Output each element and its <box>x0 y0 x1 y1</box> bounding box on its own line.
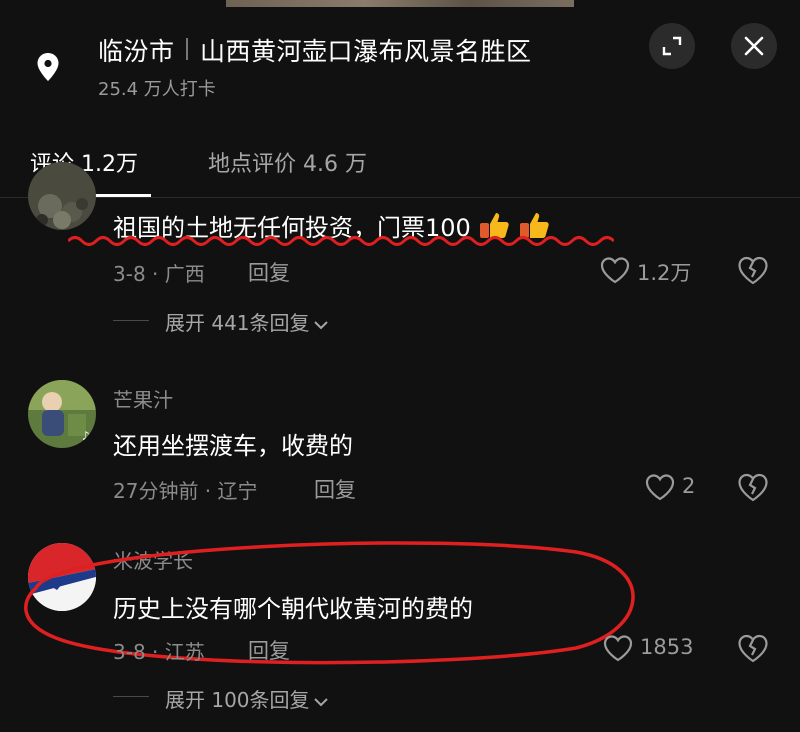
broken-heart-icon[interactable] <box>737 633 769 663</box>
avatar[interactable]: ♪ <box>28 380 96 448</box>
heart-outline-icon[interactable] <box>600 256 630 284</box>
comment-meta: 3-8 · 广西 <box>113 262 205 286</box>
reply-button[interactable]: 回复 <box>248 257 290 287</box>
location-pin-icon <box>37 53 59 81</box>
expand-replies-button[interactable]: 展开 441条回复 <box>165 307 329 336</box>
broken-heart-icon[interactable] <box>737 472 769 502</box>
tab-location-ratings[interactable]: 地点评价 4.6 万 <box>208 146 367 178</box>
chevron-down-icon <box>313 697 328 706</box>
tab-divider <box>0 197 800 198</box>
chevron-down-icon <box>313 320 328 329</box>
heart-outline-icon[interactable] <box>645 473 675 501</box>
expand-divider <box>113 696 149 697</box>
checkin-count: 25.4 万人打卡 <box>98 79 216 100</box>
expand-corners-icon <box>662 36 682 56</box>
reply-button[interactable]: 回复 <box>314 474 356 504</box>
red-circle-annotation <box>24 541 635 665</box>
comment-text: 还用坐摆渡车，收费的 <box>113 432 353 460</box>
avatar[interactable] <box>28 162 96 230</box>
video-thumbnail-strip <box>226 0 574 7</box>
location-name[interactable]: 山西黄河壶口瀑布风景名胜区 <box>200 32 532 68</box>
reply-button[interactable]: 回复 <box>248 635 290 665</box>
comment-meta: 3-8 · 江苏 <box>113 640 205 664</box>
close-icon <box>744 36 764 56</box>
location-separator <box>186 38 188 60</box>
comment-username[interactable]: 芒果汁 <box>113 384 173 413</box>
like-count: 2 <box>682 474 696 498</box>
comment-meta: 27分钟前 · 辽宁 <box>113 479 258 503</box>
location-city[interactable]: 临汾市 <box>98 32 175 68</box>
heart-outline-icon[interactable] <box>603 634 633 662</box>
red-underline-annotation <box>68 236 614 246</box>
svg-text:♪: ♪ <box>82 429 90 443</box>
broken-heart-icon[interactable] <box>737 255 769 285</box>
expand-button[interactable] <box>649 23 695 69</box>
expand-replies-button[interactable]: 展开 100条回复 <box>165 684 329 713</box>
close-button[interactable] <box>731 23 777 69</box>
expand-divider <box>113 320 149 321</box>
like-count: 1853 <box>640 635 694 659</box>
like-count: 1.2万 <box>637 261 692 285</box>
